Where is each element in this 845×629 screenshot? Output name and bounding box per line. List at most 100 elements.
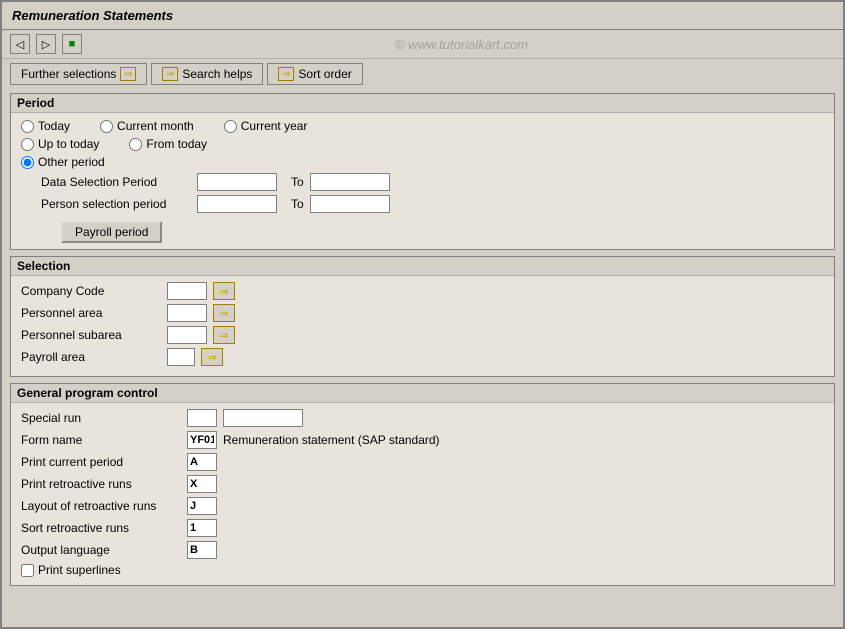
radio-current-year[interactable]: Current year [224,119,308,133]
selection-section-title: Selection [11,257,834,276]
special-run-row: Special run [21,409,824,427]
period-row-3: Other period [21,155,824,169]
print-retroactive-runs-row: Print retroactive runs [21,475,824,493]
print-current-period-input[interactable] [187,453,217,471]
radio-current-month[interactable]: Current month [100,119,194,133]
personnel-area-label: Personnel area [21,306,161,320]
watermark: © www.tutorialkart.com [88,37,835,52]
toolbar: ◁ ▷ ■ © www.tutorialkart.com [2,30,843,59]
radio-today-label: Today [38,119,70,133]
form-name-description: Remuneration statement (SAP standard) [223,433,440,447]
form-name-input[interactable] [187,431,217,449]
period-section-body: Today Current month Current year Up to t… [11,113,834,249]
radio-other-period-input[interactable] [21,156,34,169]
further-selections-label: Further selections [21,67,116,81]
general-program-section: General program control Special run Form… [10,383,835,586]
company-code-label: Company Code [21,284,161,298]
payroll-area-row: Payroll area ⇒ [21,348,824,366]
personnel-subarea-row: Personnel subarea ⇒ [21,326,824,344]
forward-icon[interactable]: ▷ [36,34,56,54]
radio-current-month-input[interactable] [100,120,113,133]
general-program-title: General program control [11,384,834,403]
window-title: Remuneration Statements [12,8,173,23]
company-code-input[interactable] [167,282,207,300]
personnel-subarea-arrow-button[interactable]: ⇒ [213,326,235,344]
radio-today-input[interactable] [21,120,34,133]
period-row-1: Today Current month Current year [21,119,824,133]
data-selection-period-from-input[interactable] [197,173,277,191]
form-name-label: Form name [21,433,181,447]
special-run-input2[interactable] [223,409,303,427]
print-superlines-row: Print superlines [21,563,824,577]
data-selection-period-to-input[interactable] [310,173,390,191]
special-run-input1[interactable] [187,409,217,427]
person-selection-period-from-input[interactable] [197,195,277,213]
print-retroactive-runs-label: Print retroactive runs [21,477,181,491]
company-code-row: Company Code ⇒ [21,282,824,300]
personnel-subarea-input[interactable] [167,326,207,344]
period-section-title: Period [11,94,834,113]
content-area: Period Today Current month Current year [2,89,843,596]
data-selection-period-label: Data Selection Period [41,175,191,189]
back-icon[interactable]: ◁ [10,34,30,54]
payroll-area-input[interactable] [167,348,195,366]
personnel-area-input[interactable] [167,304,207,322]
person-selection-period-label: Person selection period [41,197,191,211]
data-selection-period-row: Data Selection Period To [41,173,824,191]
layout-retroactive-runs-label: Layout of retroactive runs [21,499,181,513]
person-selection-period-row: Person selection period To [41,195,824,213]
output-language-input[interactable] [187,541,217,559]
selection-section-body: Company Code ⇒ Personnel area ⇒ Personne… [11,276,834,376]
layout-retroactive-runs-row: Layout of retroactive runs [21,497,824,515]
sort-retroactive-runs-label: Sort retroactive runs [21,521,181,535]
radio-from-today[interactable]: From today [129,137,207,151]
tab-bar: Further selections ⇒ ⇒ Search helps ⇒ So… [2,59,843,89]
search-helps-arrow-icon: ⇒ [162,67,178,81]
output-language-label: Output language [21,543,181,557]
output-language-row: Output language [21,541,824,559]
radio-from-today-input[interactable] [129,138,142,151]
title-bar: Remuneration Statements [2,2,843,30]
radio-up-to-today-label: Up to today [38,137,99,151]
radio-other-period[interactable]: Other period [21,155,105,169]
further-selections-arrow-icon: ⇒ [120,67,136,81]
tab-sort-order[interactable]: ⇒ Sort order [267,63,362,85]
radio-from-today-label: From today [146,137,207,151]
tab-search-helps[interactable]: ⇒ Search helps [151,63,263,85]
radio-current-year-input[interactable] [224,120,237,133]
payroll-area-arrow-button[interactable]: ⇒ [201,348,223,366]
radio-up-to-today[interactable]: Up to today [21,137,99,151]
radio-current-month-label: Current month [117,119,194,133]
tab-further-selections[interactable]: Further selections ⇒ [10,63,147,85]
main-window: Remuneration Statements ◁ ▷ ■ © www.tuto… [0,0,845,629]
company-code-arrow-button[interactable]: ⇒ [213,282,235,300]
sort-retroactive-runs-input[interactable] [187,519,217,537]
sort-order-label: Sort order [298,67,351,81]
personnel-area-row: Personnel area ⇒ [21,304,824,322]
personnel-area-arrow-button[interactable]: ⇒ [213,304,235,322]
print-current-period-row: Print current period [21,453,824,471]
special-run-label: Special run [21,411,181,425]
radio-today[interactable]: Today [21,119,70,133]
save-icon[interactable]: ■ [62,34,82,54]
data-selection-period-to-label: To [291,175,304,189]
period-row-2: Up to today From today [21,137,824,151]
person-selection-period-to-label: To [291,197,304,211]
sort-order-arrow-icon: ⇒ [278,67,294,81]
layout-retroactive-runs-input[interactable] [187,497,217,515]
radio-other-period-label: Other period [38,155,105,169]
period-section: Period Today Current month Current year [10,93,835,250]
payroll-period-button[interactable]: Payroll period [61,221,162,243]
payroll-area-label: Payroll area [21,350,161,364]
radio-current-year-label: Current year [241,119,308,133]
selection-section: Selection Company Code ⇒ Personnel area … [10,256,835,377]
radio-up-to-today-input[interactable] [21,138,34,151]
search-helps-label: Search helps [182,67,252,81]
person-selection-period-to-input[interactable] [310,195,390,213]
form-name-row: Form name Remuneration statement (SAP st… [21,431,824,449]
print-retroactive-runs-input[interactable] [187,475,217,493]
print-superlines-label: Print superlines [38,563,121,577]
print-superlines-checkbox[interactable] [21,564,34,577]
sort-retroactive-runs-row: Sort retroactive runs [21,519,824,537]
personnel-subarea-label: Personnel subarea [21,328,161,342]
